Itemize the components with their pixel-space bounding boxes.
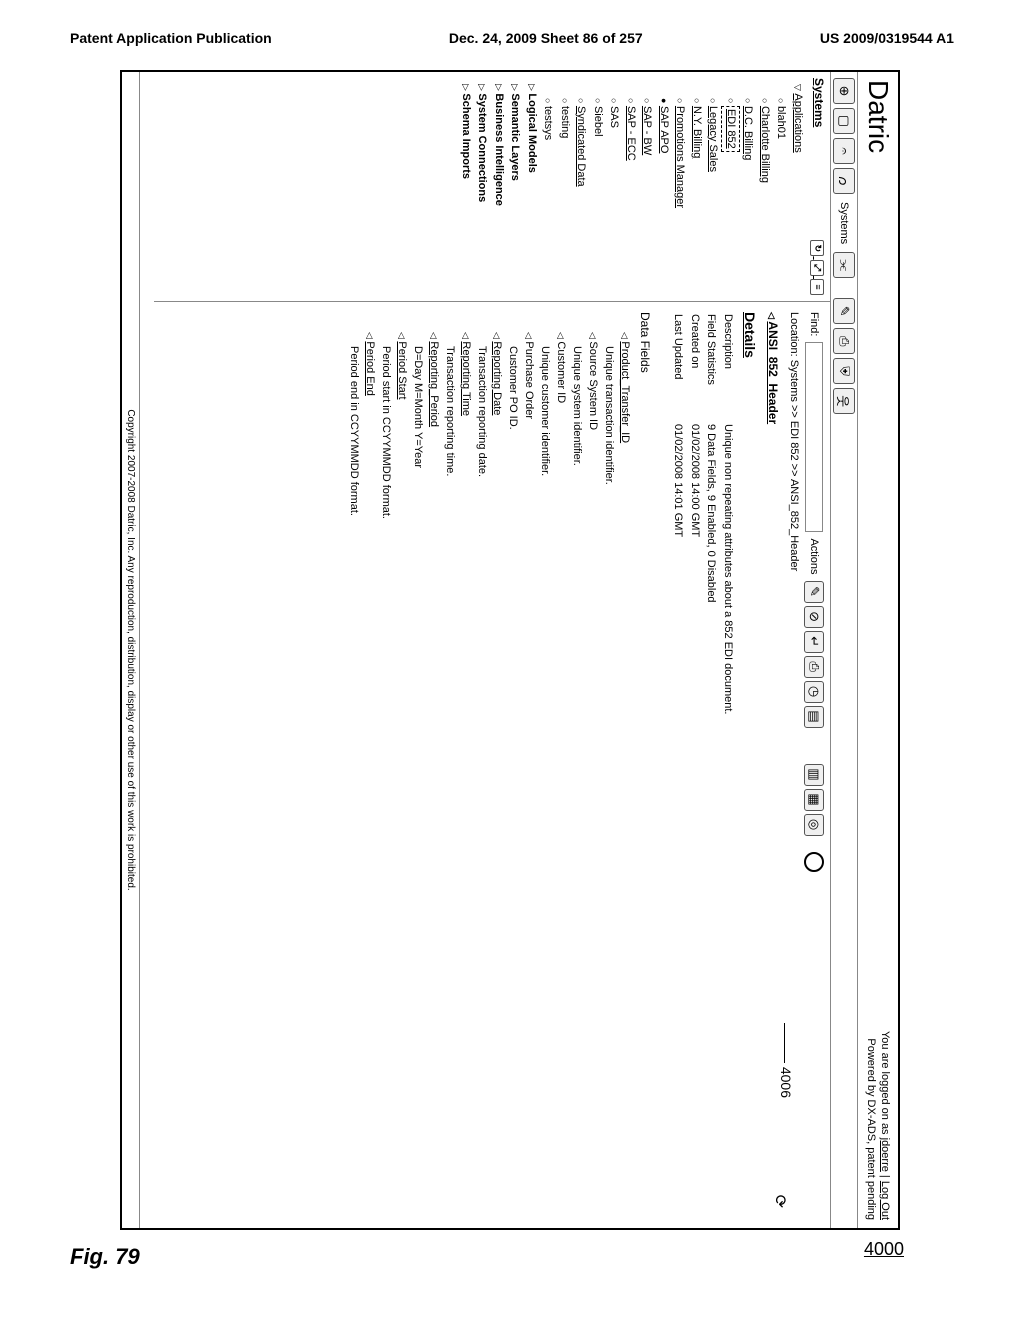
double-ring-icon [804,852,824,872]
action-edit-icon[interactable]: ✎ [804,581,824,603]
tree-item[interactable]: EDI 852 [722,98,741,295]
patent-header: Patent Application Publication Dec. 24, … [60,30,964,46]
tree-item[interactable]: Charlotte Billing [757,98,774,295]
tree-root[interactable]: Applications [790,84,807,295]
tree-item[interactable]: D.C. Billing [740,98,757,295]
item-toggle-icon[interactable] [766,312,780,321]
app-header: Datric You are logged on as jdoerre | Lo… [857,72,898,1228]
find-input[interactable] [805,342,823,532]
folder-icon[interactable]: ▢ [833,108,855,134]
tree-item[interactable]: SAP APO [656,98,673,295]
tree-item[interactable]: blah01 [773,98,790,295]
db-icon[interactable]: 𐑼 [833,168,855,194]
ref-4006-callout: 4006 [778,1023,794,1098]
globe-icon[interactable]: ⊕ [833,78,855,104]
brush-icon[interactable]: ✎ [833,298,855,324]
tree-item[interactable]: N.Y. Billing [689,98,706,295]
sidebar-tree: Applications blah01Charlotte BillingD.C.… [458,78,807,295]
refresh-icon[interactable]: ↻ [810,240,824,256]
app-window: Datric You are logged on as jdoerre | Lo… [120,70,900,1230]
field-item: Period EndPeriod end in CCYYMMDD format. [345,332,377,1218]
item-name: ANSI_852_Header [766,321,780,424]
action-return-icon[interactable]: ↵ [804,631,824,653]
field-item: Period StartPeriod start in CCYYMMDD for… [377,332,409,1218]
link-icon[interactable]: 𝄐 [833,138,855,164]
field-item: Reporting_PeriodD=Day M=Month Y=Year [409,332,441,1218]
main-toolbar: ⊕ ▢ 𝄐 𐑼 Systems ⫘ ✎ ⎙ ⛨ 웃 [830,72,857,1228]
figure-label: Fig. 79 [70,1244,140,1270]
tree-branch[interactable]: Semantic Layers [507,84,524,295]
footer-copyright: Copyright 2007-2008 Datric, Inc. Any rep… [122,72,140,1228]
action-view2-icon[interactable]: ▦ [804,789,824,811]
tree-branch[interactable]: Logical Models [524,84,541,295]
tree-item[interactable]: SAP - BW [639,98,656,295]
person-icon[interactable]: 웃 [833,388,855,414]
fields-list: Product_Transfer_IDUnique transaction id… [345,332,632,1218]
action-no-icon[interactable]: ⊘ [804,606,824,628]
field-item: Reporting TimeTransaction reporting time… [441,332,473,1218]
tree-item[interactable]: SAP - ECC [623,98,640,295]
find-label: Find: [808,312,820,336]
login-info: You are logged on as jdoerre | Log Out P… [864,1031,893,1220]
action-clock-icon[interactable]: ◷ [804,681,824,703]
shield-icon[interactable]: ⛨ [833,358,855,384]
tree-item[interactable]: Promotions Manager [672,98,689,295]
sidebar-title: Systems [810,78,826,127]
tree-item[interactable]: Syndicated Data [573,98,590,295]
tree-item[interactable]: testsys [540,98,557,295]
expand-icon[interactable]: ⤢ [810,260,824,276]
app-title: Datric [862,80,894,153]
toggle-icon[interactable]: ⫘ [833,252,855,278]
details-table: DescriptionUnique non repeating attribut… [670,314,736,1218]
tree-branch[interactable]: Schema Imports [458,84,475,295]
actions-label: Actions [808,538,820,574]
main-panel: 4006 Find: Actions ✎ ⊘ ↵ ⎙ ◷ ▤ ▥ ▦ ◎ [154,302,830,1228]
page-x-icon[interactable]: ⎙ [833,328,855,354]
field-item: Product_Transfer_IDUnique transaction id… [600,332,632,1218]
loading-icon: ⟳ [770,1195,790,1208]
tree-branch[interactable]: Business Intelligence [491,84,508,295]
tree-branch[interactable]: System Connections [474,84,491,295]
field-item: Source System IDUnique system identifier… [568,332,600,1218]
ref-4000: 4000 [864,1239,904,1260]
systems-label: Systems [838,198,850,248]
action-view1-icon[interactable]: ▥ [804,764,824,786]
field-item: Reporting DateTransaction reporting date… [473,332,505,1218]
pub-left: Patent Application Publication [70,30,272,46]
action-target-icon[interactable]: ◎ [804,814,824,836]
tree-item[interactable]: testing [557,98,574,295]
details-heading: Details [742,312,758,1218]
sidebar-mini-icons: ↻ ⤢ ≡ [810,240,826,295]
action-grid-icon[interactable]: ▤ [804,706,824,728]
sidebar: Systems ↻ ⤢ ≡ Applications blah01Charlot… [154,72,830,302]
collapse-icon[interactable]: ≡ [810,279,824,295]
field-item: Purchase OrderCustomer PO ID. [505,332,537,1218]
pub-center: Dec. 24, 2009 Sheet 86 of 257 [449,30,643,46]
tree-item[interactable]: Siebel [590,98,607,295]
action-print-icon[interactable]: ⎙ [804,656,824,678]
pub-right: US 2009/0319544 A1 [820,30,954,46]
logout-link[interactable]: Log Out [879,1181,891,1220]
field-item: Customer IDUnique customer identifier. [536,332,568,1218]
find-row: Find: Actions ✎ ⊘ ↵ ⎙ ◷ ▤ ▥ ▦ ◎ [804,312,824,1218]
powered-by: Powered by DX-ADS, patent pending [864,1031,878,1220]
username-link[interactable]: jdoerre [879,1138,891,1172]
tree-item[interactable]: SAS [606,98,623,295]
datafields-heading: Data Fields [638,312,652,1218]
actions-toolbar: ✎ ⊘ ↵ ⎙ ◷ ▤ ▥ ▦ ◎ [804,581,824,836]
tree-item[interactable]: Legacy Sales [705,98,722,295]
